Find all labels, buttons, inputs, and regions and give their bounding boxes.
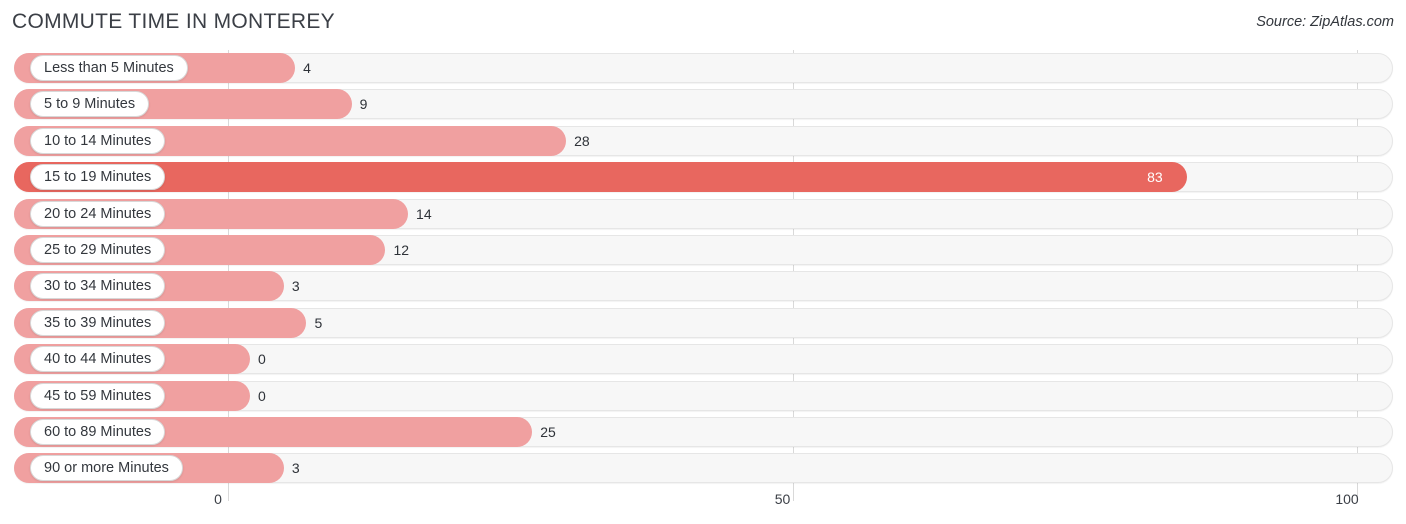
value-label: 3 — [291, 460, 300, 477]
category-label: 30 to 34 Minutes — [30, 273, 166, 300]
value-label: 0 — [258, 351, 266, 368]
value-label: 14 — [416, 205, 432, 222]
bar-row[interactable]: 45 to 59 Minutes 0 — [0, 378, 1406, 414]
axis-tick-mark — [228, 487, 229, 501]
value-label: 28 — [574, 132, 590, 149]
bar-row[interactable]: 25 to 29 Minutes 12 — [0, 232, 1406, 268]
category-label: 90 or more Minutes — [30, 455, 183, 482]
category-label: 20 to 24 Minutes — [30, 200, 166, 227]
category-label: Less than 5 Minutes — [30, 55, 188, 81]
value-label: 25 — [540, 423, 556, 440]
axis-tick-mark — [792, 487, 794, 501]
value-bar[interactable] — [14, 162, 1188, 193]
category-label: 45 to 59 Minutes — [30, 382, 166, 409]
x-axis: 0 50 100 — [0, 487, 1406, 524]
value-label: 3 — [291, 278, 300, 295]
bar-row[interactable]: 35 to 39 Minutes 5 — [0, 305, 1406, 341]
page-title: COMMUTE TIME IN MONTEREY — [12, 10, 335, 33]
bar-row[interactable]: 5 to 9 Minutes 9 — [0, 86, 1406, 122]
value-label: 5 — [314, 314, 323, 331]
source-attribution: Source: ZipAtlas.com — [1256, 14, 1394, 30]
value-label: 0 — [258, 387, 266, 404]
category-label: 25 to 29 Minutes — [30, 236, 166, 263]
category-label: 60 to 89 Minutes — [30, 418, 166, 445]
bar-rows: Less than 5 Minutes 4 5 to 9 Minutes 9 10 to… — [0, 50, 1406, 487]
chart-page: COMMUTE TIME IN MONTEREY Source: ZipAtla… — [0, 0, 1406, 524]
value-label: 4 — [303, 60, 311, 76]
value-label: 9 — [359, 96, 368, 113]
axis-tick-label: 0 — [214, 491, 222, 507]
plot-area: Less than 5 Minutes 4 5 to 9 Minutes 9 10 to… — [0, 50, 1406, 487]
category-label: 35 to 39 Minutes — [30, 309, 166, 336]
bar-row[interactable]: 10 to 14 Minutes 28 — [0, 123, 1406, 159]
bar-row[interactable]: 90 or more Minutes 3 — [0, 450, 1406, 486]
bar-row[interactable]: Less than 5 Minutes 4 — [0, 50, 1406, 86]
axis-tick-label: 100 — [1335, 491, 1359, 507]
category-label: 5 to 9 Minutes — [30, 91, 150, 118]
bar-row[interactable]: 60 to 89 Minutes 25 — [0, 414, 1406, 450]
bar-row[interactable]: 15 to 19 Minutes 83 — [0, 159, 1406, 195]
category-label: 15 to 19 Minutes — [30, 164, 166, 191]
value-label: 83 — [1147, 169, 1163, 186]
bar-row[interactable]: 40 to 44 Minutes 0 — [0, 341, 1406, 377]
bar-row[interactable]: 20 to 24 Minutes 14 — [0, 196, 1406, 232]
category-label: 10 to 14 Minutes — [30, 127, 166, 154]
category-label: 40 to 44 Minutes — [30, 346, 166, 373]
bar-row[interactable]: 30 to 34 Minutes 3 — [0, 268, 1406, 304]
value-label: 12 — [393, 241, 410, 258]
axis-tick-label: 50 — [774, 491, 791, 507]
